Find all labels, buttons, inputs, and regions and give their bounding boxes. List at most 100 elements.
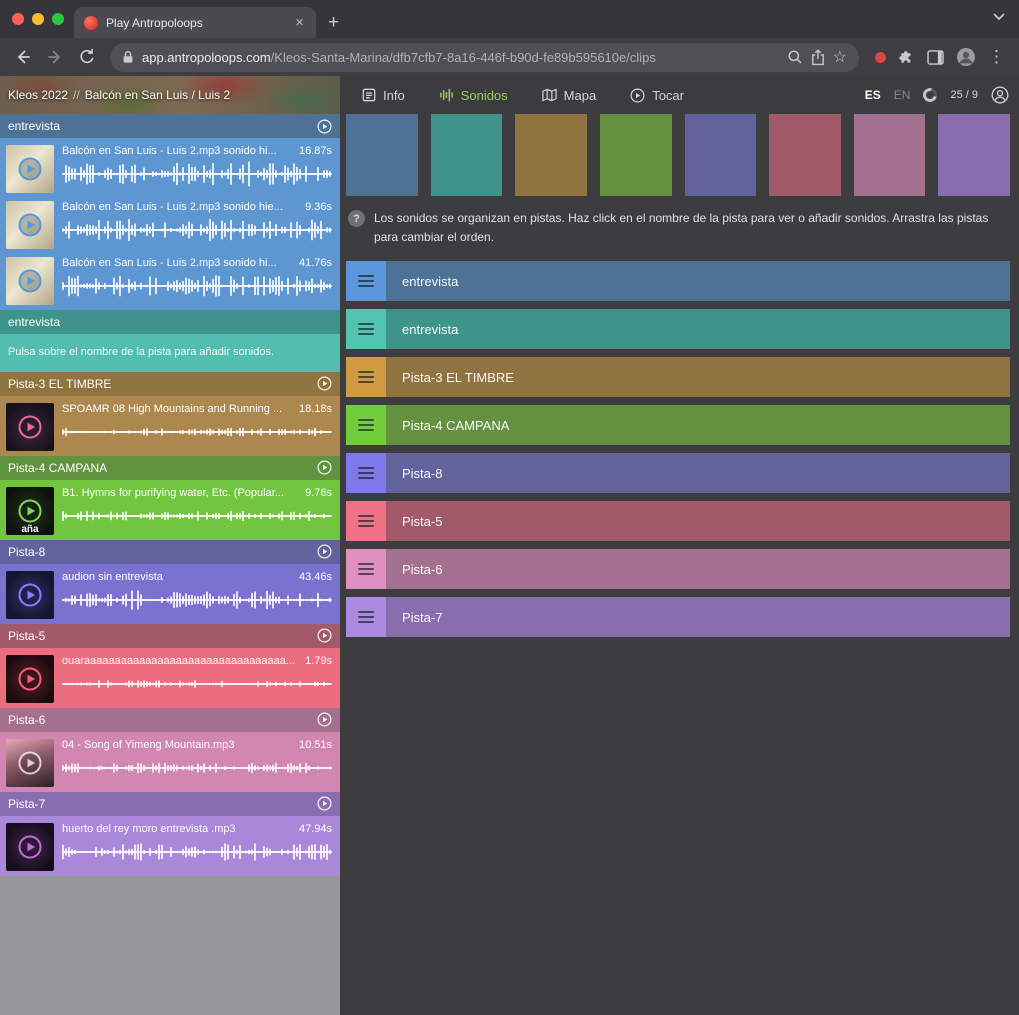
track-color-swatch[interactable]	[346, 114, 418, 196]
clip-thumbnail[interactable]	[6, 739, 54, 787]
track-header[interactable]: entrevista	[0, 310, 340, 334]
track-header[interactable]: Pista-8	[0, 540, 340, 564]
track-play-button[interactable]	[317, 460, 332, 475]
track-header[interactable]: entrevista	[0, 114, 340, 138]
minimize-window-button[interactable]	[32, 13, 44, 25]
track-row-drag-handle[interactable]	[346, 309, 386, 349]
clip-waveform[interactable]	[62, 839, 332, 865]
bookmark-star-icon[interactable]: ☆	[833, 47, 847, 67]
clip-waveform[interactable]	[62, 503, 332, 529]
track-play-button[interactable]	[317, 544, 332, 559]
track-row-body[interactable]: Pista-8	[386, 453, 1010, 493]
lang-es-button[interactable]: ES	[865, 88, 881, 102]
project-banner[interactable]: Kleos 2022 // Balcón en San Luis / Luis …	[0, 76, 340, 114]
clip-waveform[interactable]	[62, 273, 332, 299]
track-row-body[interactable]: entrevista	[386, 261, 1010, 301]
nav-sonidos[interactable]: Sonidos	[439, 88, 508, 103]
clip-thumbnail[interactable]: aña	[6, 487, 54, 535]
user-account-icon[interactable]	[991, 86, 1009, 104]
side-panel-icon[interactable]	[927, 50, 944, 65]
clip-waveform[interactable]	[62, 671, 332, 697]
clip-item[interactable]: aña B1. Hymns for purifying water, Etc. …	[0, 482, 340, 538]
profile-avatar[interactable]	[956, 47, 976, 67]
forward-button[interactable]	[40, 42, 70, 72]
browser-menu-icon[interactable]: ⋮	[988, 47, 1005, 67]
track-color-swatch[interactable]	[600, 114, 672, 196]
back-button[interactable]	[8, 42, 38, 72]
clip-thumbnail[interactable]	[6, 257, 54, 305]
clip-item[interactable]: 04 - Song of Yimeng Mountain.mp3 10.51s	[0, 734, 340, 790]
close-window-button[interactable]	[12, 13, 24, 25]
track-row[interactable]: Pista-4 CAMPANA	[346, 405, 1010, 445]
track-color-swatch[interactable]	[431, 114, 503, 196]
ssl-lock-icon[interactable]	[122, 50, 134, 64]
clip-waveform[interactable]	[62, 419, 332, 445]
clip-item[interactable]: huerto del rey moro entrevista .mp3 47.9…	[0, 818, 340, 874]
nav-info[interactable]: Info	[362, 88, 405, 103]
clip-item[interactable]: audion sin entrevista 43.46s	[0, 566, 340, 622]
clip-thumbnail[interactable]	[6, 145, 54, 193]
tab-search-chevron-icon[interactable]	[993, 8, 1005, 26]
track-row[interactable]: Pista-8	[346, 453, 1010, 493]
tab-close-icon[interactable]: ×	[293, 15, 306, 30]
track-header[interactable]: Pista-4 CAMPANA	[0, 456, 340, 480]
track-row-body[interactable]: entrevista	[386, 309, 1010, 349]
track-row[interactable]: Pista-6	[346, 549, 1010, 589]
track-row[interactable]: Pista-3 EL TIMBRE	[346, 357, 1010, 397]
track-play-button[interactable]	[317, 376, 332, 391]
clip-waveform[interactable]	[62, 217, 332, 243]
track-play-button[interactable]	[317, 119, 332, 134]
address-bar[interactable]: app.antropoloops.com/Kleos-Santa-Marina/…	[110, 43, 859, 72]
track-color-swatch[interactable]	[938, 114, 1010, 196]
reload-button[interactable]	[72, 42, 102, 72]
track-row[interactable]: Pista-7	[346, 597, 1010, 637]
nav-mapa[interactable]: Mapa	[542, 88, 597, 103]
clip-item[interactable]: ouaraaaaaaaaaaaaaaaaaaaaaaaaaaaaaaaaa...…	[0, 650, 340, 706]
clip-item[interactable]: Balcón en San Luis - Luis 2.mp3 sonido h…	[0, 252, 340, 308]
track-color-swatch[interactable]	[685, 114, 757, 196]
share-icon[interactable]	[811, 49, 825, 66]
track-play-button[interactable]	[317, 712, 332, 727]
track-row[interactable]: entrevista	[346, 261, 1010, 301]
track-row-drag-handle[interactable]	[346, 501, 386, 541]
track-row-body[interactable]: Pista-3 EL TIMBRE	[386, 357, 1010, 397]
clip-waveform[interactable]	[62, 755, 332, 781]
track-header[interactable]: Pista-6	[0, 708, 340, 732]
track-header[interactable]: Pista-5	[0, 624, 340, 648]
track-row[interactable]: entrevista	[346, 309, 1010, 349]
track-row-body[interactable]: Pista-7	[386, 597, 1010, 637]
fullscreen-window-button[interactable]	[52, 13, 64, 25]
track-row-drag-handle[interactable]	[346, 549, 386, 589]
track-row[interactable]: Pista-5	[346, 501, 1010, 541]
clip-waveform[interactable]	[62, 161, 332, 187]
nav-tocar[interactable]: Tocar	[630, 88, 684, 103]
clip-thumbnail[interactable]	[6, 823, 54, 871]
clip-thumbnail[interactable]	[6, 403, 54, 451]
clip-waveform[interactable]	[62, 587, 332, 613]
clip-item[interactable]: SPOAMR 08 High Mountains and Running ...…	[0, 398, 340, 454]
clip-item[interactable]: Balcón en San Luis - Luis 2.mp3 sonido h…	[0, 196, 340, 252]
extensions-puzzle-icon[interactable]	[898, 49, 915, 66]
track-row-drag-handle[interactable]	[346, 261, 386, 301]
track-color-swatch[interactable]	[854, 114, 926, 196]
clip-item[interactable]: Balcón en San Luis - Luis 2.mp3 sonido h…	[0, 140, 340, 196]
clip-thumbnail[interactable]	[6, 571, 54, 619]
track-play-button[interactable]	[317, 796, 332, 811]
clip-thumbnail[interactable]	[6, 201, 54, 249]
track-color-swatch[interactable]	[769, 114, 841, 196]
browser-tab[interactable]: Play Antropoloops ×	[74, 7, 316, 38]
track-play-button[interactable]	[317, 628, 332, 643]
zoom-icon[interactable]	[787, 49, 803, 65]
track-row-drag-handle[interactable]	[346, 453, 386, 493]
track-row-body[interactable]: Pista-5	[386, 501, 1010, 541]
track-header[interactable]: Pista-3 EL TIMBRE	[0, 372, 340, 396]
lang-en-button[interactable]: EN	[894, 88, 911, 102]
track-row-drag-handle[interactable]	[346, 357, 386, 397]
clip-thumbnail[interactable]	[6, 655, 54, 703]
track-header[interactable]: Pista-7	[0, 792, 340, 816]
recording-extension-icon[interactable]	[875, 52, 886, 63]
track-color-swatch[interactable]	[515, 114, 587, 196]
track-row-body[interactable]: Pista-4 CAMPANA	[386, 405, 1010, 445]
track-row-body[interactable]: Pista-6	[386, 549, 1010, 589]
new-tab-button[interactable]: +	[328, 13, 339, 32]
